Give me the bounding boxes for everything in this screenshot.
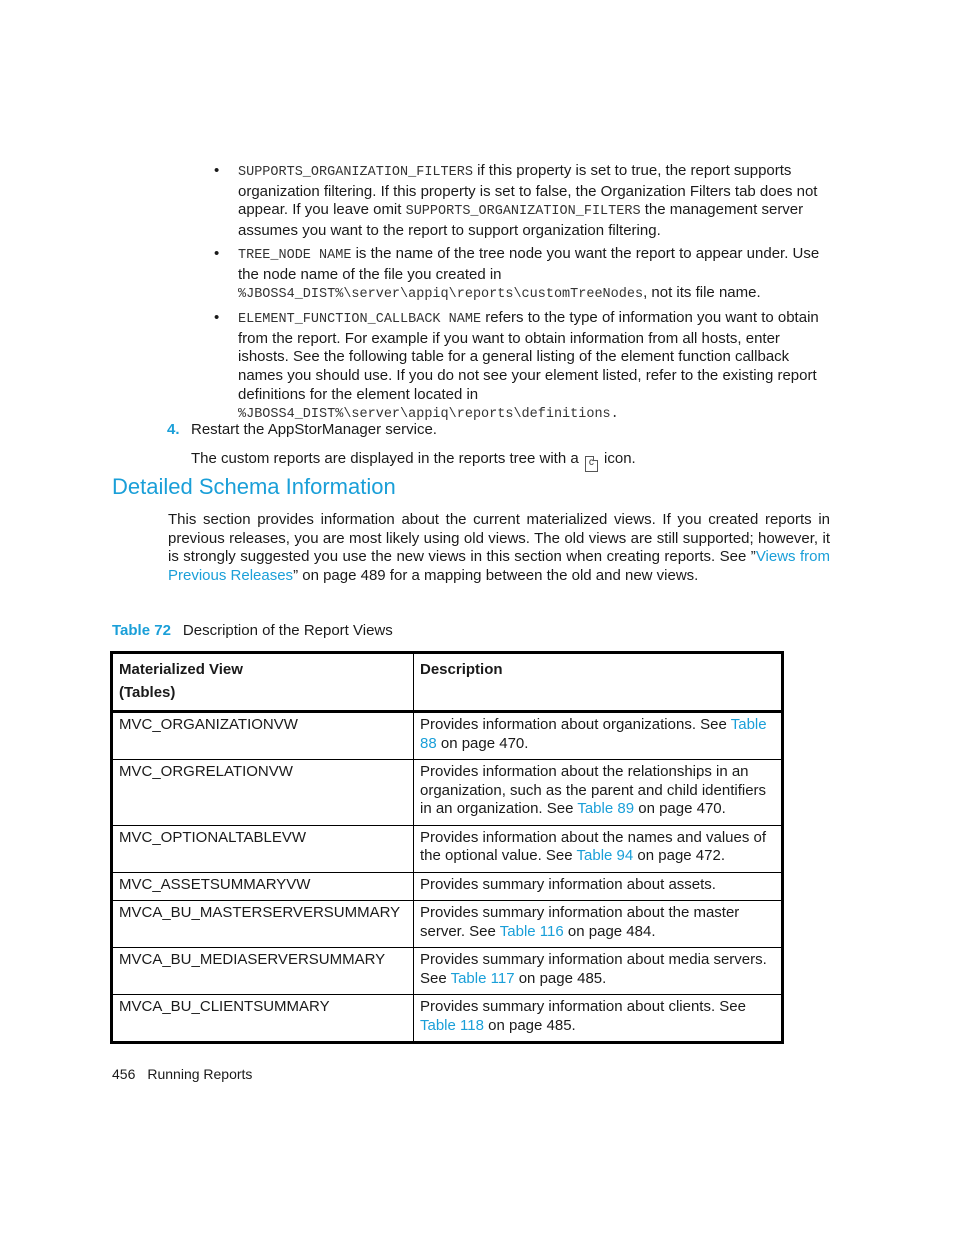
table-reference-link[interactable]: Table 116 (500, 923, 564, 940)
bullet-dot: • (214, 162, 220, 179)
code-text: SUPPORTS_ORGANIZATION_FILTERS (405, 204, 641, 220)
view-name: MVC_ASSETSUMMARYVW (111, 871, 414, 901)
note-text: icon. (599, 450, 636, 467)
view-name: MVC_OPTIONALTABLEVW (111, 824, 414, 873)
code-text: ELEMENT_FUNCTION_CALLBACK NAME (238, 311, 482, 327)
view-name: MVCA_BU_MEDIASERVERSUMMARY (111, 947, 414, 995)
view-description: Provides summary information about asset… (413, 871, 783, 901)
column-header-description: Description (413, 652, 783, 713)
step-text: Restart the AppStorManager service. (191, 421, 437, 438)
description-text: on page 485. (483, 1016, 576, 1034)
table-row: MVC_ORGRELATIONVW Provides information ab… (111, 759, 783, 826)
description-text: Provides summary information about asset… (420, 875, 716, 893)
bullet-dot: • (214, 308, 220, 326)
bullet-dot: • (214, 244, 220, 262)
description-text: Provides summary information about clien… (420, 998, 746, 1015)
table-reference-link[interactable]: Table 117 (451, 970, 515, 987)
table-row: MVC_ASSETSUMMARYVW Provides summary infor… (111, 871, 783, 901)
view-description: Provides information about the relations… (413, 759, 783, 826)
note-text: The custom reports are displayed in the … (191, 450, 583, 467)
table-row: MVC_ORGANIZATIONVW Provides information a… (111, 711, 783, 760)
table-row: MVCA_BU_CLIENTSUMMARY Provides summary in… (111, 994, 783, 1043)
table-caption-text: Description of the Report Views (182, 622, 393, 639)
intro-text: ” on page 489 for a mapping between the … (293, 567, 699, 585)
view-name: MVC_ORGANIZATIONVW (111, 711, 414, 760)
bullet-list: • SUPPORTS_ORGANIZATION_FILTERS if this … (214, 162, 832, 429)
table-header-row: Materialized View (Tables) Description (111, 652, 783, 713)
view-description: Provides information about the names and… (413, 824, 783, 873)
custom-report-note: The custom reports are displayed in the … (191, 449, 636, 472)
view-name: MVCA_BU_CLIENTSUMMARY (111, 994, 414, 1043)
view-description: Provides summary information about clien… (413, 994, 783, 1043)
report-views-table: Materialized View (Tables) Description MV… (110, 651, 784, 1044)
view-name: MVCA_BU_MASTERSERVERSUMMARY (111, 900, 414, 948)
header-line: (Tables) (119, 684, 176, 701)
step-4: 4. Restart the AppStorManager service. (167, 420, 437, 439)
table-row: MVC_OPTIONALTABLEVW Provides information … (111, 824, 783, 873)
header-line: Materialized View (119, 661, 243, 678)
section-title: Detailed Schema Information (112, 474, 396, 499)
custom-report-icon: c (584, 456, 598, 472)
description-text: on page 485. (514, 969, 607, 987)
page-number: 456 (112, 1066, 136, 1082)
step-number: 4. (167, 421, 180, 438)
table-row: MVCA_BU_MASTERSERVERSUMMARY Provides summ… (111, 900, 783, 948)
column-header-view: Materialized View (Tables) (111, 652, 414, 713)
view-name: MVC_ORGRELATIONVW (111, 759, 414, 826)
section-intro: This section provides information about … (168, 511, 830, 586)
table-row: MVCA_BU_MEDIASERVERSUMMARY Provides summa… (111, 947, 783, 995)
page-footer: 456 Running Reports (112, 1066, 252, 1082)
intro-text: This section provides information about … (168, 511, 830, 566)
view-description: Provides summary information about media… (413, 947, 783, 995)
table-reference-link[interactable]: Table 94 (577, 847, 634, 864)
view-description: Provides summary information about the m… (413, 900, 783, 948)
table-label: Table 72 (112, 622, 171, 639)
description-text: on page 470. (634, 800, 726, 817)
description-text: on page 484. (563, 922, 656, 940)
body-text: , not its file name. (643, 284, 761, 302)
table-caption: Table 72 Description of the Report Views (112, 622, 393, 639)
code-text: %JBOSS4_DIST%\server\appiq\reports\custo… (238, 287, 644, 303)
table-reference-link[interactable]: Table 118 (420, 1017, 484, 1034)
bullet-item: • TREE_NODE NAME is the name of the tree… (214, 245, 832, 305)
description-text: Provides information about organizations… (420, 716, 731, 733)
table-reference-link[interactable]: Table 89 (577, 800, 634, 817)
view-description: Provides information about organizations… (413, 711, 783, 760)
description-text: on page 472. (633, 847, 725, 864)
code-text: SUPPORTS_ORGANIZATION_FILTERS (238, 165, 473, 180)
bullet-item: • SUPPORTS_ORGANIZATION_FILTERS if this … (214, 162, 832, 241)
bullet-item: • ELEMENT_FUNCTION_CALLBACK NAME refers … (214, 309, 832, 425)
code-text: TREE_NODE NAME (238, 247, 352, 263)
chapter-name: Running Reports (147, 1066, 253, 1082)
description-text: on page 470. (436, 734, 529, 752)
